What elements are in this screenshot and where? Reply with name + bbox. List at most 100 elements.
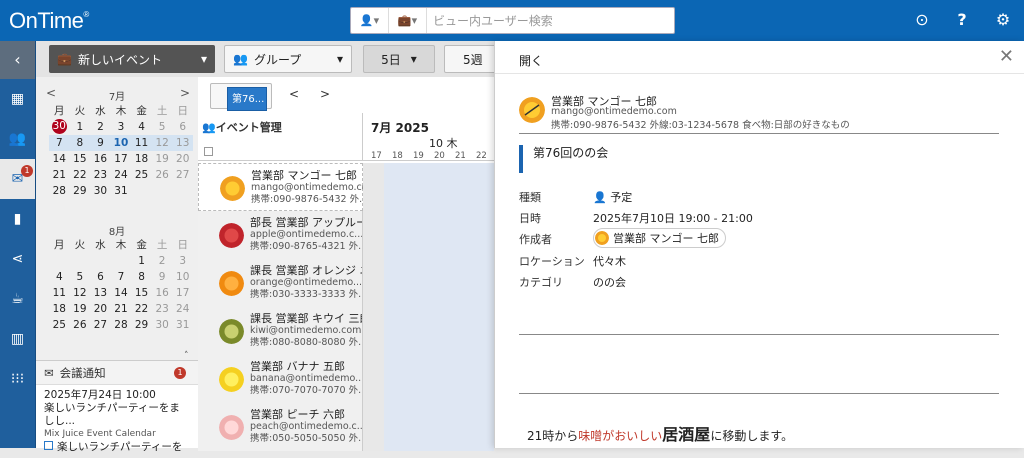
day-cell[interactable]: 19 [70, 301, 91, 317]
day-cell[interactable]: 12 [151, 135, 173, 151]
nav-building-icon[interactable]: ▥ [0, 319, 35, 359]
gear-icon[interactable]: ⚙ [993, 10, 1013, 29]
timeline-cell[interactable] [363, 403, 494, 451]
resource-row[interactable]: 営業部 マンゴー 七郎 mango@ontimedemo.com 携帯:090-… [198, 163, 494, 211]
group-select[interactable]: 👥 グループ ▾ [224, 45, 352, 73]
new-event-button[interactable]: 💼 新しいイベント ▾ [49, 45, 215, 73]
day-cell[interactable]: 2 [152, 253, 173, 269]
collapse-button[interactable]: ‹ [0, 41, 35, 79]
day-cell[interactable]: 18 [49, 301, 70, 317]
day-cell[interactable]: 16 [152, 285, 173, 301]
day-cell[interactable]: 6 [90, 269, 111, 285]
help-icon[interactable]: ? [952, 10, 972, 29]
timeline-cell[interactable] [363, 163, 494, 211]
day-cell[interactable]: 1 [70, 119, 91, 135]
day-cell[interactable]: 30 [49, 119, 70, 135]
day-cell[interactable]: 30 [90, 183, 111, 199]
next-month-button[interactable]: > [180, 86, 190, 100]
day-cell[interactable]: 23 [152, 301, 173, 317]
day-cell[interactable]: 10 [110, 135, 132, 151]
notice-header[interactable]: ✉ 会議通知 1 [36, 361, 198, 385]
day-cell[interactable]: 31 [111, 183, 132, 199]
day-cell[interactable]: 11 [131, 135, 152, 151]
timeline-cell[interactable] [363, 259, 494, 307]
day-cell[interactable]: 4 [49, 269, 70, 285]
prev-button[interactable]: < [289, 87, 299, 101]
day-cell[interactable]: 4 [131, 119, 152, 135]
day-cell[interactable]: 6 [172, 119, 193, 135]
day-cell[interactable]: 14 [111, 285, 132, 301]
close-icon[interactable]: ✕ [999, 46, 1014, 67]
day-cell[interactable]: 22 [70, 167, 91, 183]
day-cell[interactable]: 17 [111, 151, 132, 167]
day-cell[interactable]: 26 [70, 317, 91, 333]
day-cell[interactable]: 9 [152, 269, 173, 285]
day-cell[interactable]: 16 [90, 151, 111, 167]
day-cell[interactable]: 7 [111, 269, 132, 285]
resource-row[interactable]: 課長 営業部 キウイ 三郎 kiwi@ontimedemo.com 携帯:080… [198, 307, 494, 355]
resource-info[interactable]: 営業部 マンゴー 七郎 mango@ontimedemo.com 携帯:090-… [198, 163, 363, 211]
day-cell[interactable]: 28 [111, 317, 132, 333]
day-cell[interactable]: 3 [111, 119, 132, 135]
timeline-cell[interactable] [363, 307, 494, 355]
day-cell[interactable]: 17 [172, 285, 193, 301]
day-cell[interactable]: 3 [172, 253, 193, 269]
resource-info[interactable]: 部長 営業部 アップルー... apple@ontimedemo.c... 携帯… [198, 211, 363, 259]
day-cell[interactable]: 13 [172, 135, 193, 151]
day-cell[interactable]: 10 [172, 269, 193, 285]
day-cell[interactable]: 25 [131, 167, 152, 183]
select-all-checkbox[interactable] [204, 147, 213, 156]
day-cell[interactable]: 12 [70, 285, 91, 301]
day-cell[interactable]: 24 [172, 301, 193, 317]
day-cell[interactable]: 26 [152, 167, 173, 183]
calendar-filter-button[interactable]: 💼 ▾ [389, 8, 427, 33]
day-cell[interactable]: 18 [131, 151, 152, 167]
next-button[interactable]: > [320, 87, 330, 101]
timeline-cell[interactable] [363, 211, 494, 259]
nav-chart-icon[interactable]: ▮ [0, 199, 35, 239]
nav-mail-icon[interactable]: ✉ 1 [0, 159, 35, 199]
person-filter-button[interactable]: 👤 ▾ [351, 8, 389, 33]
day-cell[interactable]: 1 [131, 253, 152, 269]
day-cell[interactable]: 23 [90, 167, 111, 183]
day-cell[interactable]: 29 [131, 317, 152, 333]
day-cell[interactable]: 21 [111, 301, 132, 317]
nav-group-icon[interactable]: 👥 [0, 119, 35, 159]
event-block[interactable]: 第76... [227, 87, 267, 111]
app-logo[interactable]: OnTime® [9, 8, 89, 34]
resource-info[interactable]: 営業部 ピーチ 六郎 peach@ontimedemo.c... 携帯:050-… [198, 403, 363, 451]
resource-row[interactable]: 課長 営業部 オレンジ ニ... orange@ontimedemo.... 携… [198, 259, 494, 307]
day-cell[interactable]: 27 [90, 317, 111, 333]
day-cell[interactable]: 7 [49, 135, 70, 151]
resource-info[interactable]: 課長 営業部 オレンジ ニ... orange@ontimedemo.... 携… [198, 259, 363, 307]
day-cell[interactable]: 15 [70, 151, 91, 167]
day-cell[interactable]: 2 [90, 119, 111, 135]
timeline-cell[interactable] [363, 355, 494, 403]
day-cell[interactable]: 25 [49, 317, 70, 333]
day-cell[interactable]: 19 [152, 151, 173, 167]
resource-row[interactable]: 営業部 ピーチ 六郎 peach@ontimedemo.c... 携帯:050-… [198, 403, 494, 451]
user-search-icon[interactable]: ⊙ [912, 10, 932, 29]
day-cell[interactable]: 20 [172, 151, 193, 167]
nav-calendar-icon[interactable]: ▦ [0, 79, 35, 119]
resource-row[interactable]: 部長 営業部 アップルー... apple@ontimedemo.c... 携帯… [198, 211, 494, 259]
day-cell[interactable]: 8 [69, 135, 91, 151]
day-cell[interactable]: 5 [70, 269, 91, 285]
day-cell[interactable]: 11 [49, 285, 70, 301]
day-cell[interactable]: 15 [131, 285, 152, 301]
author-pill[interactable]: 営業部 マンゴー 七郎 [593, 228, 726, 248]
day-cell[interactable]: 30 [152, 317, 173, 333]
search-input[interactable]: ビュー内ユーザー検索 [427, 12, 674, 29]
notice-item[interactable]: 2025年7月24日 10:00 楽しいランチパーティーをましし... Mix … [36, 385, 198, 458]
day-cell[interactable]: 29 [70, 183, 91, 199]
day-cell[interactable]: 9 [90, 135, 111, 151]
day-cell[interactable]: 14 [49, 151, 70, 167]
nav-apps-icon[interactable]: ⁝⁝⁝ [0, 359, 35, 399]
nav-coffee-icon[interactable]: ☕ [0, 279, 35, 319]
nav-share-icon[interactable]: ⋖ [0, 239, 35, 279]
days-select[interactable]: 5日 ▾ [363, 45, 435, 73]
day-cell[interactable]: 5 [152, 119, 173, 135]
day-cell[interactable]: 24 [111, 167, 132, 183]
day-cell[interactable]: 13 [90, 285, 111, 301]
day-cell[interactable]: 22 [131, 301, 152, 317]
